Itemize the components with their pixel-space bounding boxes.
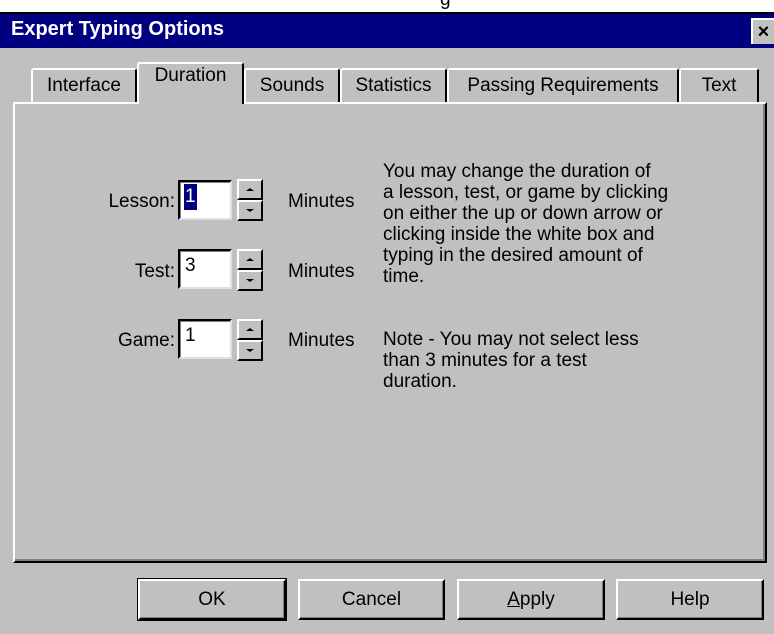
lesson-spinner[interactable] [237, 179, 263, 221]
tab-statistics[interactable]: Statistics [340, 68, 447, 102]
ok-button-label: OK [198, 588, 226, 610]
tab-duration[interactable]: Duration [137, 62, 244, 104]
cancel-button-label: Cancel [341, 588, 402, 610]
close-button[interactable]: × [751, 18, 774, 44]
test-duration-value: 3 [185, 255, 196, 276]
help-button-label: Help [670, 588, 710, 610]
down-arrow-icon [246, 349, 254, 352]
down-arrow-icon [246, 209, 254, 212]
up-arrow-icon [246, 328, 254, 331]
lesson-increase-button[interactable] [237, 179, 263, 200]
test-duration-input[interactable]: 3 [178, 249, 232, 289]
window-title: Expert Typing Options [11, 18, 224, 40]
test-increase-button[interactable] [237, 249, 263, 270]
cancel-button[interactable]: Cancel [298, 579, 445, 620]
game-duration-value: 1 [185, 325, 196, 346]
ok-button[interactable]: OK [137, 578, 287, 621]
lesson-decrease-button[interactable] [237, 200, 263, 221]
tab-interface[interactable]: Interface [31, 68, 137, 102]
game-decrease-button[interactable] [237, 340, 263, 361]
game-increase-button[interactable] [237, 319, 263, 340]
test-spinner[interactable] [237, 249, 263, 291]
tab-label: Text [701, 75, 737, 96]
apply-accelerator: A [507, 588, 520, 610]
close-icon: × [757, 21, 770, 43]
title-bar: Expert Typing Options × [0, 14, 774, 48]
game-duration-input[interactable]: 1 [178, 319, 232, 359]
tab-sounds[interactable]: Sounds [244, 68, 340, 102]
background-window-strip: g [0, 0, 774, 14]
background-window-text: g [440, 0, 451, 11]
tab-passing-requirements[interactable]: Passing Requirements [447, 68, 679, 102]
duration-tab-panel [13, 102, 767, 563]
apply-label-rest: pply [519, 588, 555, 610]
help-button[interactable]: Help [616, 579, 764, 620]
apply-button[interactable]: Apply [457, 579, 605, 620]
tab-text[interactable]: Text [679, 68, 759, 102]
panel-shadow [15, 104, 765, 561]
game-spinner[interactable] [237, 319, 263, 361]
lesson-duration-value: 1 [184, 184, 197, 210]
up-arrow-icon [246, 258, 254, 261]
tab-label: Sounds [259, 75, 325, 96]
tab-label: Duration [154, 65, 227, 86]
tab-label: Interface [47, 75, 121, 96]
apply-button-label: Apply [507, 589, 555, 611]
up-arrow-icon [246, 188, 254, 191]
lesson-duration-input[interactable]: 1 [178, 180, 232, 220]
tab-label: Passing Requirements [467, 75, 659, 96]
test-decrease-button[interactable] [237, 270, 263, 291]
down-arrow-icon [246, 279, 254, 282]
tab-label: Statistics [355, 75, 432, 96]
